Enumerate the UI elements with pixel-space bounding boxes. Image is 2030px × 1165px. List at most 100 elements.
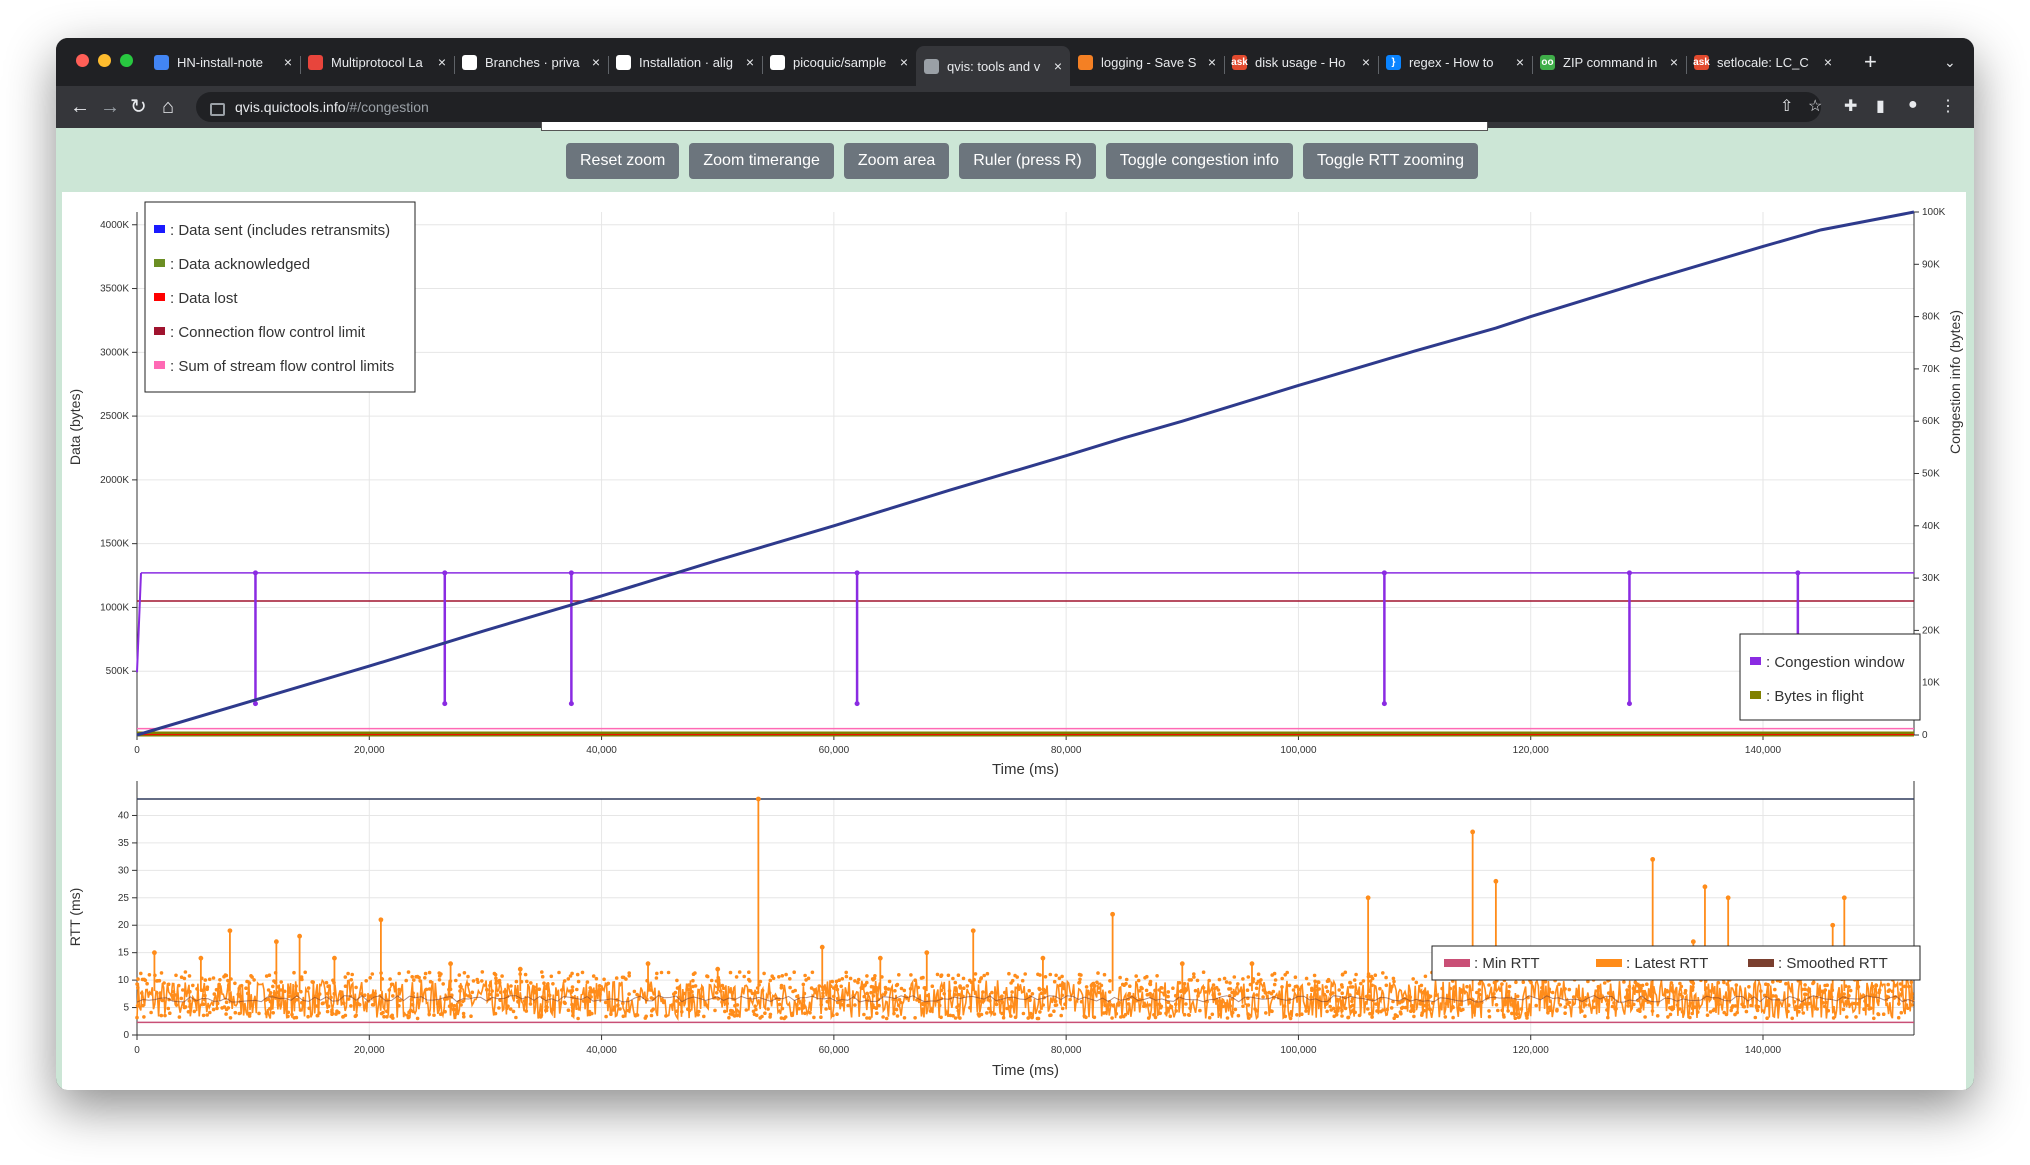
latest-rtt-point xyxy=(1153,988,1157,993)
close-tab-icon[interactable]: × xyxy=(1208,54,1216,70)
browser-tab[interactable]: Installation · alig × xyxy=(608,44,762,80)
latest-rtt-point xyxy=(1516,1015,1521,1020)
latest-rtt-point xyxy=(287,994,291,998)
browser-tab[interactable]: logging - Save S × xyxy=(1070,44,1224,80)
toolbar-button-zoom-area[interactable]: Zoom area xyxy=(843,143,950,179)
latest-rtt-point xyxy=(135,982,139,986)
toolbar-button-zoom-timerange[interactable]: Zoom timerange xyxy=(689,143,834,179)
latest-rtt-point xyxy=(317,1011,321,1015)
close-window-icon[interactable] xyxy=(76,54,89,67)
tab-search-icon[interactable]: ⌄ xyxy=(1936,44,1964,80)
latest-rtt-point xyxy=(428,979,433,984)
latest-rtt-point xyxy=(831,1013,835,1018)
toolbar-button-toggle-congestion-info[interactable]: Toggle congestion info xyxy=(1105,143,1293,179)
close-tab-icon[interactable]: × xyxy=(1516,54,1524,70)
extensions-icon[interactable]: ✚ xyxy=(1844,96,1857,116)
latest-rtt-point xyxy=(1678,1007,1682,1011)
latest-rtt-point xyxy=(300,1000,304,1005)
home-icon[interactable]: ⌂ xyxy=(162,95,174,119)
toolbar-button-ruler-press-r[interactable]: Ruler (press R) xyxy=(959,143,1096,179)
toolbar-button-toggle-rtt-zooming[interactable]: Toggle RTT zooming xyxy=(1302,143,1478,179)
toolbar-button-reset-zoom[interactable]: Reset zoom xyxy=(566,143,680,179)
latest-rtt-point xyxy=(1391,976,1396,981)
browser-tab[interactable]: picoquic/sample × xyxy=(762,44,916,80)
close-tab-icon[interactable]: × xyxy=(284,54,292,70)
latest-rtt-point xyxy=(1310,988,1314,993)
close-tab-icon[interactable]: × xyxy=(1670,54,1678,70)
main-x-axis-label: Time (ms) xyxy=(992,761,1059,778)
browser-tab[interactable]: ask setlocale: LC_C × xyxy=(1686,44,1840,80)
share-icon[interactable]: ⇧ xyxy=(1780,96,1793,116)
latest-rtt-point xyxy=(1000,1000,1005,1005)
latest-rtt-point xyxy=(268,1006,273,1011)
browser-tab[interactable]: HN-install-note × xyxy=(146,44,300,80)
latest-rtt-point xyxy=(828,1006,832,1010)
bookmark-star-icon[interactable]: ☆ xyxy=(1808,96,1822,116)
latest-rtt-point xyxy=(1641,992,1645,996)
latest-rtt-point xyxy=(1427,995,1431,1000)
latest-rtt-point xyxy=(801,1006,805,1010)
close-tab-icon[interactable]: × xyxy=(592,54,600,70)
latest-rtt-point xyxy=(1230,1010,1235,1015)
browser-tab[interactable]: ask disk usage - Ho × xyxy=(1224,44,1378,80)
latest-rtt-point xyxy=(1313,992,1317,997)
forward-icon[interactable]: → xyxy=(100,95,120,119)
close-tab-icon[interactable]: × xyxy=(438,54,446,70)
browser-tab[interactable]: Branches · priva × xyxy=(454,44,608,80)
close-tab-icon[interactable]: × xyxy=(900,54,908,70)
main-y-tick-label: 4000K xyxy=(100,220,129,231)
latest-rtt-point xyxy=(1733,1012,1737,1017)
tab-title: ZIP command in xyxy=(1563,54,1658,70)
close-tab-icon[interactable]: × xyxy=(1362,54,1370,70)
close-tab-icon[interactable]: × xyxy=(1824,54,1832,70)
profile-avatar-icon[interactable]: ● xyxy=(1908,96,1918,114)
reload-icon[interactable]: ↻ xyxy=(130,95,147,119)
address-bar[interactable]: qvis.quictools.info/#/congestion xyxy=(196,92,1821,122)
side-panel-icon[interactable]: ▮ xyxy=(1876,96,1885,116)
latest-rtt-point xyxy=(621,1014,626,1019)
latest-rtt-point xyxy=(844,974,849,979)
latest-rtt-point xyxy=(505,1006,509,1010)
minimize-window-icon[interactable] xyxy=(98,54,111,67)
congestion-chart[interactable]: 0 20,000 40,000 60,000 80,000 100,000 120,000 1… xyxy=(62,192,1966,1090)
latest-rtt-point xyxy=(315,1004,319,1008)
latest-rtt-point xyxy=(1228,1004,1232,1008)
latest-rtt-point xyxy=(777,975,781,979)
latest-rtt-point xyxy=(407,1010,411,1014)
maximize-window-icon[interactable] xyxy=(120,54,133,67)
browser-tab[interactable]: } regex - How to × xyxy=(1378,44,1532,80)
latest-rtt-point xyxy=(1452,985,1457,989)
latest-rtt-point xyxy=(562,1000,567,1005)
latest-rtt-point xyxy=(1803,987,1807,991)
latest-rtt-point xyxy=(687,983,691,987)
latest-rtt-point xyxy=(540,970,544,974)
new-tab-button[interactable]: + xyxy=(1856,44,1885,80)
back-icon[interactable]: ← xyxy=(70,95,90,119)
latest-rtt-point xyxy=(1092,1015,1097,1020)
latest-rtt-point xyxy=(649,996,654,1000)
latest-rtt-point xyxy=(1487,1009,1491,1013)
congestion-graph-panel[interactable]: 0 20,000 40,000 60,000 80,000 100,000 120,000 1… xyxy=(62,192,1966,1090)
browser-tab[interactable]: qvis: tools and v × xyxy=(916,46,1070,86)
latest-rtt-point xyxy=(1819,989,1823,994)
latest-rtt-point xyxy=(1748,994,1752,999)
latest-rtt-point xyxy=(135,1003,140,1008)
menu-kebab-icon[interactable]: ⋮ xyxy=(1940,96,1956,116)
latest-rtt-point xyxy=(1683,988,1688,993)
latest-rtt-point xyxy=(1866,1003,1870,1008)
browser-tab[interactable]: Multiprotocol La × xyxy=(300,44,454,80)
latest-rtt-point xyxy=(1147,1003,1152,1007)
latest-rtt-point xyxy=(965,984,970,988)
latest-rtt-point xyxy=(1422,1008,1426,1013)
latest-rtt-point xyxy=(678,1002,683,1007)
latest-rtt-point xyxy=(1348,981,1353,985)
latest-rtt-point xyxy=(1326,977,1331,982)
latest-rtt-point xyxy=(1909,995,1914,1000)
close-tab-icon[interactable]: × xyxy=(1054,58,1062,74)
legend-label: : Data sent (includes retransmits) xyxy=(170,222,390,239)
browser-tab[interactable]: oo ZIP command in × xyxy=(1532,44,1686,80)
close-tab-icon[interactable]: × xyxy=(746,54,754,70)
latest-rtt-point xyxy=(953,980,958,985)
latest-rtt-point xyxy=(1093,984,1097,988)
latest-rtt-point xyxy=(908,987,913,991)
